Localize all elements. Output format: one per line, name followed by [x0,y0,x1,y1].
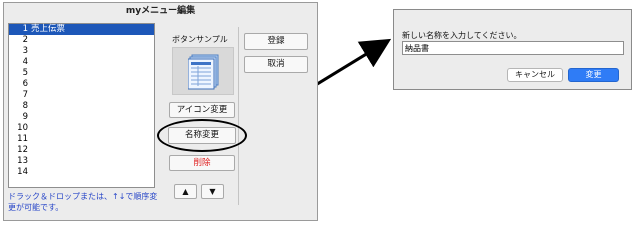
new-name-input[interactable] [402,41,624,55]
list-item[interactable]: 3 [9,46,154,57]
list-item[interactable]: 2 [9,35,154,46]
rename-cancel-button[interactable]: キャンセル [507,68,563,82]
list-item[interactable]: 9 [9,112,154,123]
list-item-number: 1 [22,24,28,34]
button-sample-label: ボタンサンプル [172,35,228,44]
highlight-circle [157,119,247,152]
list-item[interactable]: 12 [9,145,154,156]
list-item-number: 12 [17,145,28,155]
delete-button[interactable]: 削除 [169,155,235,171]
list-item-number: 13 [17,156,28,166]
list-item-number: 3 [22,46,28,56]
reorder-hint: ドラック＆ドロップまたは、↑↓で順序変 更が可能です。 [8,192,158,212]
list-item[interactable]: 8 [9,101,154,112]
list-item-number: 8 [22,101,28,111]
list-item-number: 6 [22,79,28,89]
list-item-number: 9 [22,112,28,122]
list-item[interactable]: 4 [9,57,154,68]
vertical-divider [238,27,239,205]
menu-item-list[interactable]: 1 売上伝票 2 3 4 5 6 7 8 9 10 11 12 13 14 [8,23,155,188]
document-stack-icon [188,54,219,90]
list-item-number: 11 [17,134,28,144]
dialog-title: myメニュー編集 [125,6,196,16]
move-down-button[interactable]: ▼ [201,184,224,199]
list-item[interactable]: 13 [9,156,154,167]
button-sample-preview [172,47,234,95]
list-item-number: 4 [22,57,28,67]
list-item-number: 7 [22,90,28,100]
register-button[interactable]: 登録 [244,33,308,50]
rename-prompt: 新しい名称を入力してください。 [402,31,522,40]
list-item-number: 5 [22,68,28,78]
list-item[interactable]: 10 [9,123,154,134]
rename-dialog: 新しい名称を入力してください。 キャンセル 変更 [393,9,632,90]
list-item[interactable]: 6 [9,79,154,90]
list-item[interactable]: 5 [9,68,154,79]
list-item-name: 売上伝票 [31,24,66,34]
list-item-number: 10 [17,123,28,133]
rename-ok-button[interactable]: 変更 [568,68,619,82]
list-item[interactable]: 11 [9,134,154,145]
list-item[interactable]: 7 [9,90,154,101]
my-menu-edit-dialog: myメニュー編集 1 売上伝票 2 3 4 5 6 7 8 9 10 11 12 13 14 ドラック＆ドロ… [3,2,318,221]
list-item[interactable]: 14 [9,167,154,178]
list-item-number: 14 [17,167,28,177]
move-up-button[interactable]: ▲ [174,184,197,199]
list-item-number: 2 [22,35,28,45]
cancel-button[interactable]: 取消 [244,56,308,73]
list-item[interactable]: 1 売上伝票 [9,24,154,35]
icon-change-button[interactable]: アイコン変更 [169,102,235,118]
